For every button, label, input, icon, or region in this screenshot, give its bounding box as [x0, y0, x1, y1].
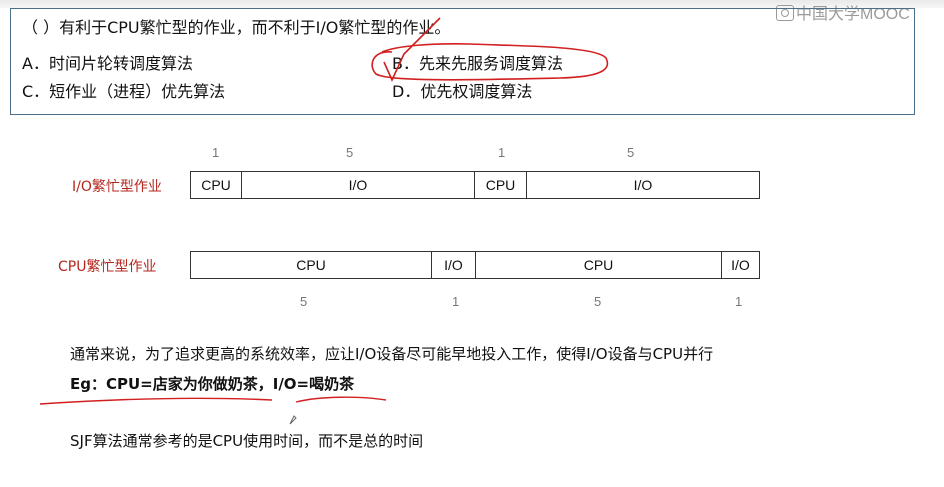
cpu-busy-timeline: CPU I/O CPU I/O [190, 251, 760, 279]
option-a: A．时间片轮转调度算法 [22, 54, 193, 73]
cpu-busy-row-label: CPU繁忙型作业 [58, 259, 157, 275]
example-underline-left-annotation [39, 397, 273, 405]
cpu-row-segment-cpu: CPU [190, 251, 431, 279]
cpu-duration-label-3: 5 [594, 294, 602, 309]
note-line-3: SJF算法通常参考的是CPU使用时间，而不是总的时间 [70, 432, 424, 450]
io-row-segment-io: I/O [241, 171, 474, 199]
example-underline-right-annotation [295, 396, 387, 403]
io-duration-label-3: 1 [498, 145, 506, 160]
cpu-duration-label-4: 1 [735, 294, 743, 309]
io-duration-label-1: 1 [212, 145, 220, 160]
io-row-segment-io: I/O [526, 171, 760, 199]
question-stem: （ ）有利于CPU繁忙型的作业，而不利于I/O繁忙型的作业。 [22, 18, 451, 37]
io-row-segment-cpu: CPU [190, 171, 241, 199]
cpu-duration-label-1: 5 [300, 294, 308, 309]
pen-cursor-icon [289, 415, 297, 425]
option-c: C．短作业（进程）优先算法 [22, 82, 226, 101]
note-example: Eg：CPU=店家为你做奶茶，I/O=喝奶茶 [70, 375, 355, 393]
option-b: B．先来先服务调度算法 [392, 54, 563, 73]
cpu-duration-label-2: 1 [452, 294, 460, 309]
cpu-row-segment-cpu: CPU [475, 251, 721, 279]
io-busy-row-label: I/O繁忙型作业 [72, 179, 162, 195]
io-duration-label-2: 5 [346, 145, 354, 160]
note-line-1: 通常来说，为了追求更高的系统效率，应让I/O设备尽可能早地投入工作，使得I/O设… [70, 345, 714, 363]
cpu-row-segment-io: I/O [431, 251, 475, 279]
cpu-row-segment-io: I/O [721, 251, 760, 279]
io-row-segment-cpu: CPU [474, 171, 526, 199]
option-d: D．优先权调度算法 [392, 82, 533, 101]
io-busy-timeline: CPU I/O CPU I/O [190, 171, 760, 199]
io-duration-label-4: 5 [627, 145, 635, 160]
